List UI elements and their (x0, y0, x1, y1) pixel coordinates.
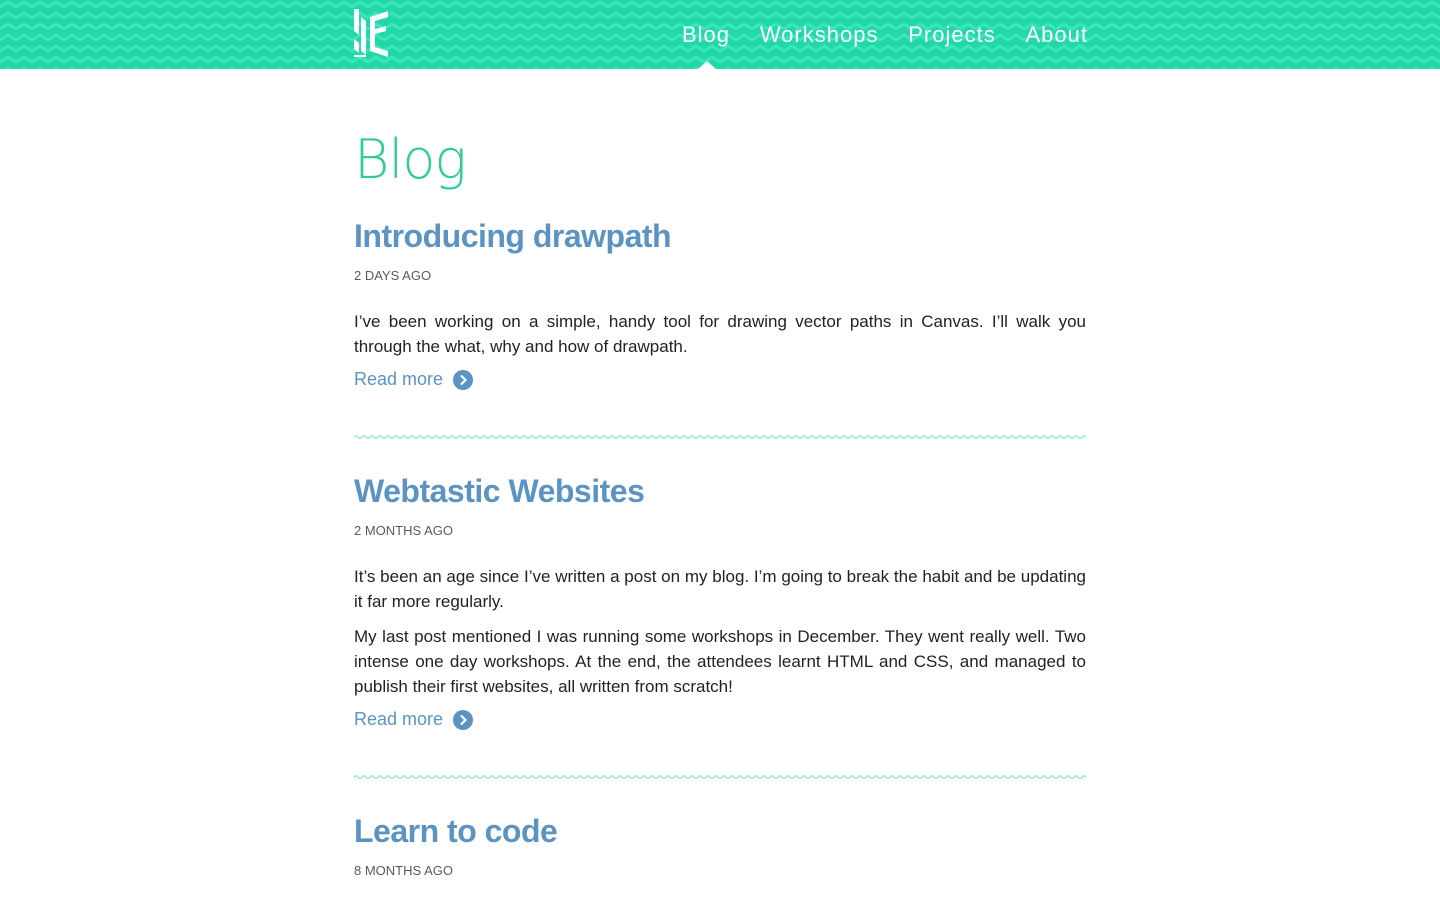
post-paragraph: My last post mentioned I was running som… (354, 627, 1086, 696)
nav-item-workshops[interactable]: Workshops (760, 0, 879, 69)
read-more-link[interactable]: Read more (354, 709, 474, 730)
post-paragraph: It’s been an age since I’ve written a po… (354, 567, 1086, 611)
chevron-right-circle-icon (453, 369, 474, 390)
post-date: 2 DAYS AGO (354, 268, 432, 283)
post-date: 8 MONTHS AGO (354, 863, 453, 878)
read-more-label: Read more (354, 709, 444, 729)
read-more-label: Read more (354, 369, 444, 389)
blog-post: Webtastic Websites 2 MONTHS AGO It’s bee… (354, 471, 1086, 730)
nav-item-about[interactable]: About (1025, 0, 1088, 69)
chevron-right-circle-icon (453, 709, 474, 730)
post-date: 2 MONTHS AGO (354, 523, 453, 538)
post-title[interactable]: Introducing drawpath (354, 216, 1086, 256)
read-more-link[interactable]: Read more (354, 369, 474, 390)
nav-item-projects[interactable]: Projects (908, 0, 995, 69)
je-monogram-logo-icon[interactable] (352, 9, 390, 57)
blog-post: Introducing drawpath 2 DAYS AGO I’ve bee… (354, 216, 1086, 390)
post-excerpt: It’s been an age since I’ve written a po… (354, 564, 1086, 699)
post-title[interactable]: Webtastic Websites (354, 471, 1086, 511)
blog-post: Learn to code 8 MONTHS AGO (354, 811, 1086, 878)
nav-item-blog[interactable]: Blog (682, 0, 730, 69)
post-paragraph: I’ve been working on a simple, handy too… (354, 312, 1086, 356)
wavy-divider (354, 774, 1086, 780)
active-nav-indicator (698, 61, 716, 69)
page-title: Blog (354, 128, 467, 191)
main-nav: Blog Workshops Projects About (682, 0, 1088, 69)
wavy-divider (354, 434, 1086, 440)
post-excerpt: I’ve been working on a simple, handy too… (354, 309, 1086, 359)
site-header: Blog Workshops Projects About (0, 0, 1440, 69)
post-title[interactable]: Learn to code (354, 811, 1086, 851)
